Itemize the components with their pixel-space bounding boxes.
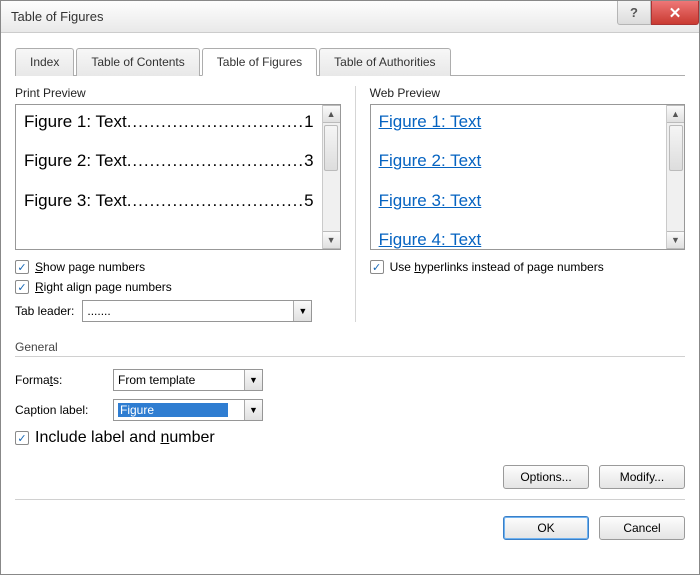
web-entry-link: Figure 1: Text [379, 111, 658, 132]
combo-formats[interactable]: From template ▼ [113, 369, 263, 391]
print-entry-text: Figure 2: Text [24, 151, 127, 170]
checkbox-show-page-numbers[interactable] [15, 260, 29, 274]
divider [15, 499, 685, 500]
window-title: Table of Figures [11, 9, 104, 24]
tab-index[interactable]: Index [15, 48, 74, 76]
web-preview-label: Web Preview [370, 86, 685, 100]
scrollbar-vertical[interactable]: ▲ ▼ [666, 105, 684, 249]
checkbox-use-hyperlinks[interactable] [370, 260, 384, 274]
label-right-align-page-numbers: Right align page numbersRight align page… [35, 280, 172, 294]
scroll-down-icon[interactable]: ▼ [323, 231, 340, 249]
print-entry: Figure 2: Text..........................… [24, 150, 314, 171]
combo-tab-leader[interactable]: ....... ▼ [82, 300, 312, 322]
scroll-thumb[interactable] [669, 125, 683, 171]
print-entry-text: Figure 3: Text [24, 191, 127, 210]
dialog-content: Index Table of Contents Table of Figures… [1, 33, 699, 574]
leader-dots: ............................... [127, 191, 304, 210]
leader-dots: ............................... [127, 112, 304, 131]
ok-button[interactable]: OK [503, 516, 589, 540]
print-entry-page: 3 [304, 151, 313, 170]
combo-caption-label-value: Figure [118, 403, 228, 417]
tab-table-of-contents[interactable]: Table of Contents [76, 48, 199, 76]
print-preview-label: Print Preview [15, 86, 341, 100]
leader-dots: ............................... [127, 151, 304, 170]
web-preview-content: Figure 1: Text Figure 2: Text Figure 3: … [371, 105, 666, 249]
tabstrip: Index Table of Contents Table of Figures… [15, 47, 685, 76]
chevron-down-icon[interactable]: ▼ [244, 370, 262, 390]
label-include-label-number: Include label and numberInclude label an… [35, 429, 215, 447]
web-preview-box: Figure 1: Text Figure 2: Text Figure 3: … [370, 104, 685, 250]
divider [15, 356, 685, 357]
tab-table-of-authorities[interactable]: Table of Authorities [319, 48, 450, 76]
chevron-down-icon[interactable]: ▼ [244, 400, 262, 420]
print-entry-page: 1 [304, 112, 313, 131]
options-button[interactable]: Options... [503, 465, 589, 489]
preview-options-row: Print Preview Figure 1: Text............… [15, 86, 685, 322]
label-tab-leader: Tab leader: [15, 304, 74, 318]
label-caption-label: Caption label: [15, 403, 107, 417]
scroll-thumb[interactable] [324, 125, 338, 171]
combo-tab-leader-value: ....... [87, 304, 110, 318]
checkbox-include-label-number[interactable] [15, 431, 29, 445]
modify-button[interactable]: Modify... [599, 465, 685, 489]
scroll-track[interactable] [323, 173, 340, 231]
print-entry-text: Figure 1: Text [24, 112, 127, 131]
help-button[interactable]: ? [617, 1, 651, 25]
close-button[interactable]: ✕ [651, 1, 699, 25]
general-label: General [15, 340, 685, 354]
label-show-page-numbers: SShow page numbershow page numbers [35, 260, 145, 274]
scrollbar-vertical[interactable]: ▲ ▼ [322, 105, 340, 249]
scroll-up-icon[interactable]: ▲ [667, 105, 684, 123]
print-entry: Figure 1: Text..........................… [24, 111, 314, 132]
web-entry-link: Figure 2: Text [379, 150, 658, 171]
scroll-track[interactable] [667, 173, 684, 231]
combo-caption-label[interactable]: Figure ▼ [113, 399, 263, 421]
scroll-up-icon[interactable]: ▲ [323, 105, 340, 123]
titlebar-buttons: ? ✕ [617, 1, 699, 25]
scroll-down-icon[interactable]: ▼ [667, 231, 684, 249]
web-entry-link: Figure 4: Text [379, 229, 658, 249]
general-group: General Formats:Formats: From template ▼… [15, 340, 685, 453]
label-use-hyperlinks: Use hyperlinks instead of page numbersUs… [390, 260, 604, 274]
web-entry-link: Figure 3: Text [379, 190, 658, 211]
dialog-table-of-figures: Table of Figures ? ✕ Index Table of Cont… [0, 0, 700, 575]
chevron-down-icon[interactable]: ▼ [293, 301, 311, 321]
cancel-button[interactable]: Cancel [599, 516, 685, 540]
print-entry-page: 5 [304, 191, 313, 210]
tab-table-of-figures[interactable]: Table of Figures [202, 48, 317, 76]
print-preview-content: Figure 1: Text..........................… [16, 105, 322, 249]
label-formats: Formats:Formats: [15, 373, 107, 387]
print-entry: Figure 3: Text..........................… [24, 190, 314, 211]
titlebar: Table of Figures ? ✕ [1, 1, 699, 33]
print-preview-box: Figure 1: Text..........................… [15, 104, 341, 250]
combo-formats-value: From template [118, 373, 195, 387]
checkbox-right-align-page-numbers[interactable] [15, 280, 29, 294]
